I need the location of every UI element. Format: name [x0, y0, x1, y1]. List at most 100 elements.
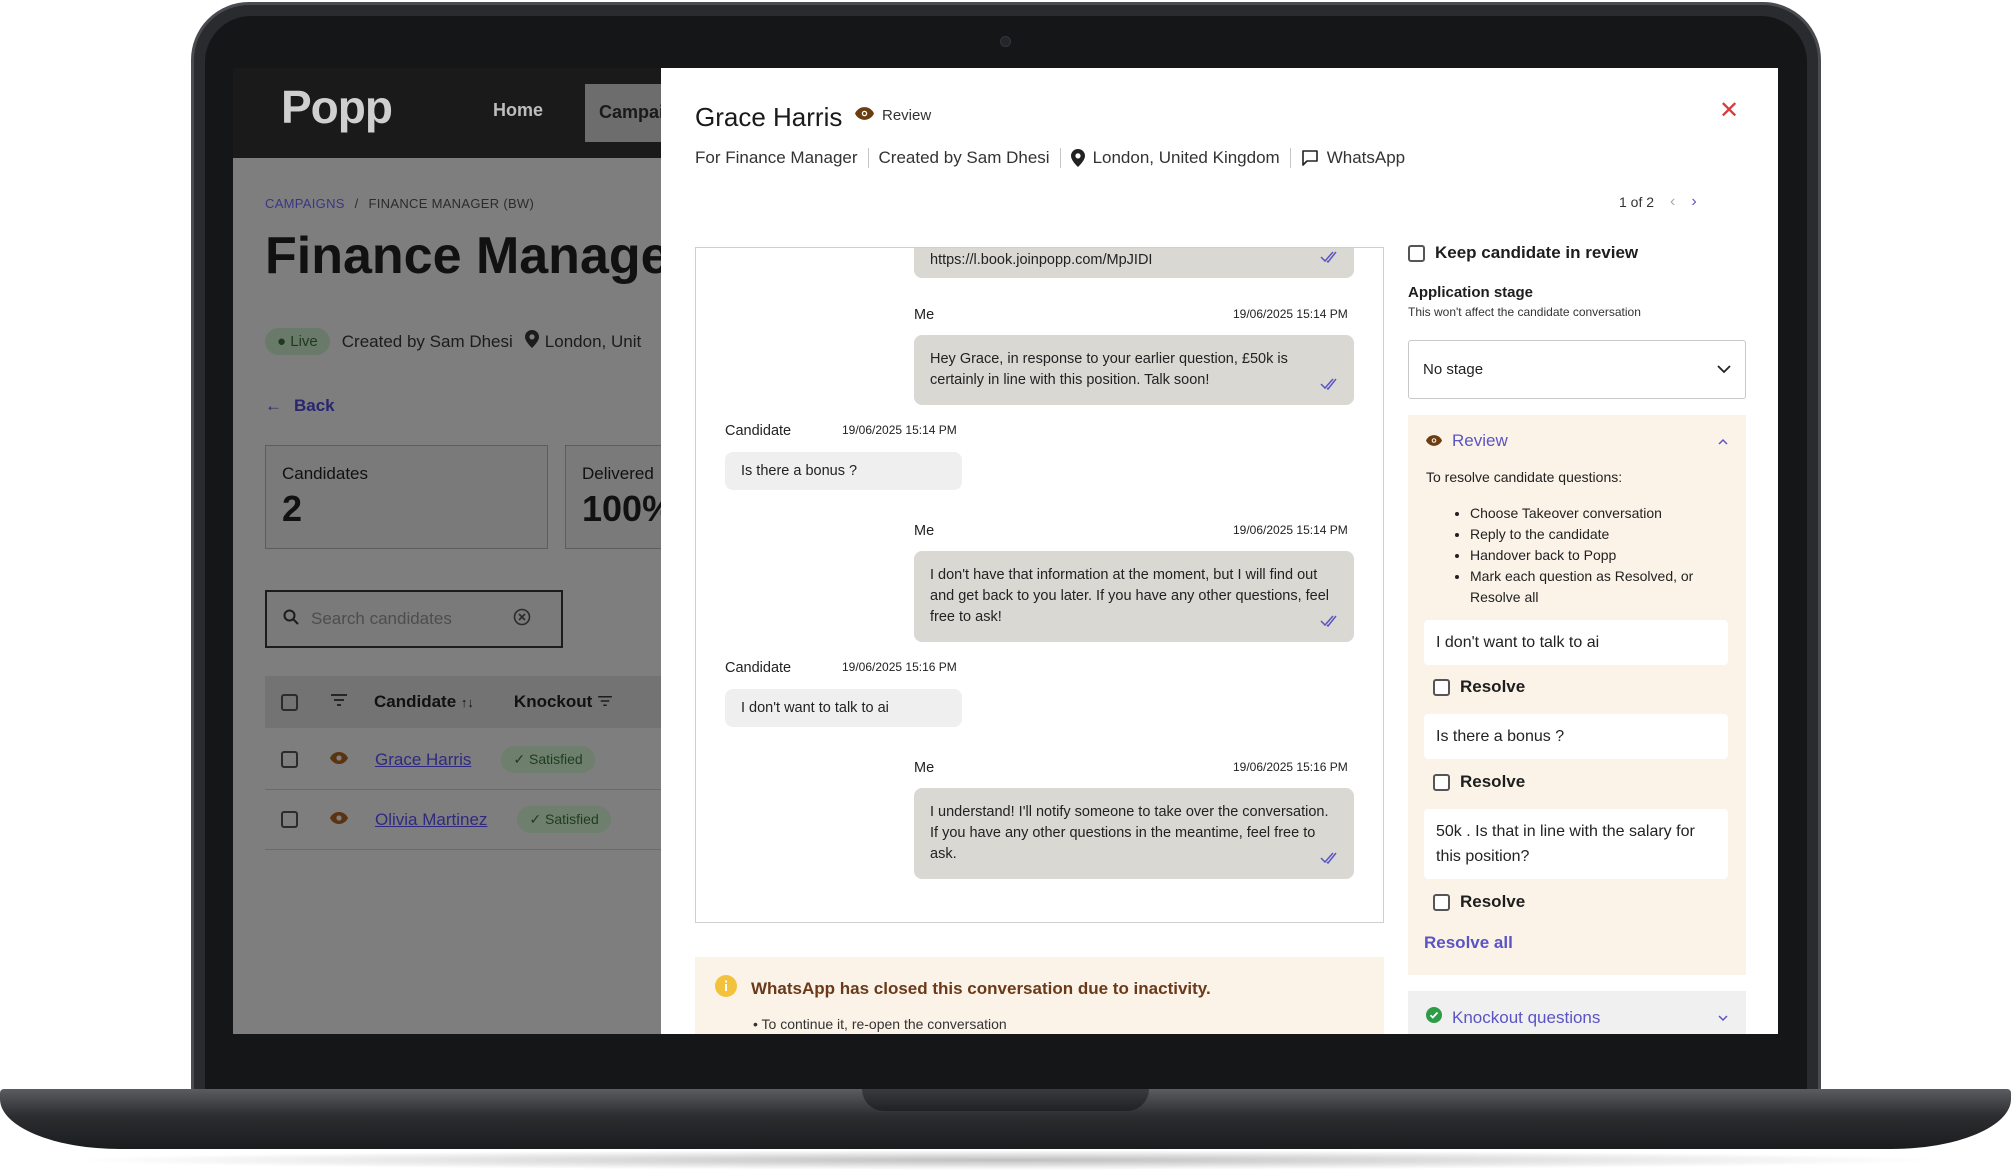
- message-timestamp: 19/06/2025 15:14 PM: [1233, 523, 1348, 537]
- review-step: Handover back to Popp: [1470, 545, 1730, 566]
- review-title: Review: [1452, 431, 1508, 450]
- checkbox[interactable]: [1408, 244, 1425, 262]
- candidate-modal: Grace Harris Review ✕ For Finance Manage…: [661, 68, 1778, 1034]
- chevron-right-icon[interactable]: ›: [1691, 193, 1696, 211]
- check-circle-icon: [1426, 1007, 1442, 1028]
- stat-value: 2: [282, 488, 303, 529]
- eye-icon: [330, 751, 348, 769]
- page-title: Finance Manage: [265, 227, 670, 285]
- double-check-icon: [1320, 850, 1340, 871]
- double-check-icon: [1320, 376, 1340, 397]
- message-bubble-me: Hey Grace, in response to your earlier q…: [914, 335, 1354, 405]
- candidate-meta: For Finance Manager Created by Sam Dhesi…: [695, 148, 1405, 168]
- application-stage-label: Application stage: [1408, 284, 1534, 301]
- chevron-down-icon: [1718, 1009, 1728, 1027]
- keep-in-review-checkbox[interactable]: Keep candidate in review: [1408, 243, 1638, 263]
- laptop-shadow: [60, 1150, 1950, 1170]
- table-row[interactable]: Grace Harris ✓ Satisfied: [265, 730, 665, 790]
- campaign-meta: ● Live Created by Sam Dhesi London, Unit: [265, 328, 641, 355]
- message-timestamp: 19/06/2025 15:16 PM: [842, 660, 957, 674]
- select-value: No stage: [1423, 361, 1484, 378]
- table-row[interactable]: Olivia Martinez ✓ Satisfied: [265, 790, 665, 850]
- divider: [1059, 148, 1061, 168]
- meta-role: For Finance Manager: [695, 148, 858, 167]
- resolve-checkbox[interactable]: Resolve: [1433, 677, 1525, 697]
- chat-transcript[interactable]: https://l.book.joinpopp.com/MpJIDI Me 19…: [695, 247, 1384, 923]
- application-stage-hint: This won't affect the candidate conversa…: [1408, 305, 1641, 319]
- search-input[interactable]: [311, 609, 501, 629]
- search-icon: [283, 609, 299, 630]
- live-badge: ● Live: [265, 328, 330, 355]
- knockout-badge: ✓ Satisfied: [501, 746, 595, 773]
- candidate-link[interactable]: Olivia Martinez: [375, 810, 487, 830]
- candidate-question: I don't want to talk to ai: [1424, 620, 1728, 665]
- review-step: Reply to the candidate: [1470, 524, 1730, 545]
- checkbox[interactable]: [1433, 678, 1450, 696]
- eye-icon: [330, 811, 348, 829]
- chevron-down-icon: [1717, 361, 1731, 378]
- review-panel: Review To resolve candidate questions: C…: [1408, 415, 1746, 975]
- divider: [1289, 148, 1291, 168]
- message-bubble-candidate: Is there a bonus ?: [725, 452, 962, 490]
- filter-icon: [597, 692, 613, 711]
- table-header: Candidate ↑↓ Knockout: [265, 676, 665, 728]
- message-timestamp: 19/06/2025 15:14 PM: [842, 423, 957, 437]
- knockout-panel-header[interactable]: Knockout questions: [1426, 1007, 1728, 1028]
- notice-subtitle: • To continue it, re-open the conversati…: [753, 1016, 1007, 1032]
- resolve-all-button[interactable]: Resolve all: [1424, 933, 1513, 953]
- column-knockout[interactable]: Knockout: [514, 692, 613, 712]
- row-checkbox[interactable]: [281, 811, 298, 828]
- breadcrumb-campaigns[interactable]: CAMPAIGNS: [265, 196, 345, 211]
- message-bubble-me: I understand! I'll notify someone to tak…: [914, 788, 1354, 879]
- checkbox[interactable]: [1433, 773, 1450, 791]
- checkbox[interactable]: [1433, 893, 1450, 911]
- back-link[interactable]: ← Back: [265, 396, 335, 416]
- double-check-icon: [1320, 249, 1340, 270]
- laptop-notch: [862, 1089, 1149, 1111]
- breadcrumb-current: FINANCE MANAGER (BW): [368, 196, 535, 211]
- eye-icon: [1426, 431, 1442, 451]
- sender-label: Me: [914, 307, 935, 323]
- review-steps: Choose Takeover conversation Reply to th…: [1450, 503, 1730, 608]
- candidate-question: 50k . Is that in line with the salary fo…: [1424, 809, 1728, 879]
- location-pin-icon: [524, 330, 539, 353]
- column-candidate[interactable]: Candidate ↑↓: [374, 692, 474, 712]
- screen: Popp Home Campai CAMPAIGNS / FINANCE MAN…: [233, 68, 1778, 1034]
- select-all-checkbox[interactable]: [281, 693, 298, 711]
- sender-label: Me: [914, 523, 935, 539]
- nav-home[interactable]: Home: [493, 100, 543, 121]
- arrow-left-icon: ←: [265, 396, 282, 415]
- status-label: Review: [882, 107, 932, 124]
- filter-icon[interactable]: [330, 692, 348, 712]
- close-icon[interactable]: ✕: [1719, 96, 1739, 125]
- sender-label: Candidate: [725, 660, 792, 676]
- application-stage-select[interactable]: No stage: [1408, 340, 1746, 399]
- candidate-link[interactable]: Grace Harris: [375, 750, 471, 770]
- candidate-name: Grace Harris: [695, 102, 843, 132]
- message-bubble-me: https://l.book.joinpopp.com/MpJIDI: [914, 248, 1354, 278]
- review-intro: To resolve candidate questions:: [1426, 469, 1623, 485]
- info-icon: [715, 975, 737, 1002]
- resolve-checkbox[interactable]: Resolve: [1433, 772, 1525, 792]
- row-checkbox[interactable]: [281, 751, 298, 768]
- chevron-left-icon[interactable]: ‹: [1670, 193, 1675, 211]
- chevron-up-icon: [1718, 432, 1728, 450]
- meta-location: London, United Kingdom: [1092, 148, 1280, 167]
- knockout-panel: Knockout questions: [1408, 991, 1746, 1034]
- breadcrumb-separator: /: [354, 196, 359, 211]
- chat-bubble-icon: [1301, 149, 1319, 167]
- knockout-badge: ✓ Satisfied: [517, 806, 611, 833]
- notice-title: WhatsApp has closed this conversation du…: [715, 975, 1364, 1002]
- pager-text: 1 of 2: [1619, 194, 1655, 210]
- eye-icon: [855, 107, 874, 124]
- breadcrumb: CAMPAIGNS / FINANCE MANAGER (BW): [265, 196, 534, 211]
- knockout-title: Knockout questions: [1452, 1007, 1601, 1027]
- meta-channel: WhatsApp: [1326, 148, 1406, 167]
- sender-label: Me: [914, 760, 935, 776]
- message-timestamp: 19/06/2025 15:16 PM: [1233, 760, 1348, 774]
- app-logo: Popp: [281, 81, 393, 133]
- resolve-checkbox[interactable]: Resolve: [1433, 892, 1525, 912]
- camera-icon: [1000, 36, 1011, 47]
- clear-search-icon[interactable]: [513, 608, 531, 631]
- review-panel-header[interactable]: Review: [1426, 431, 1728, 451]
